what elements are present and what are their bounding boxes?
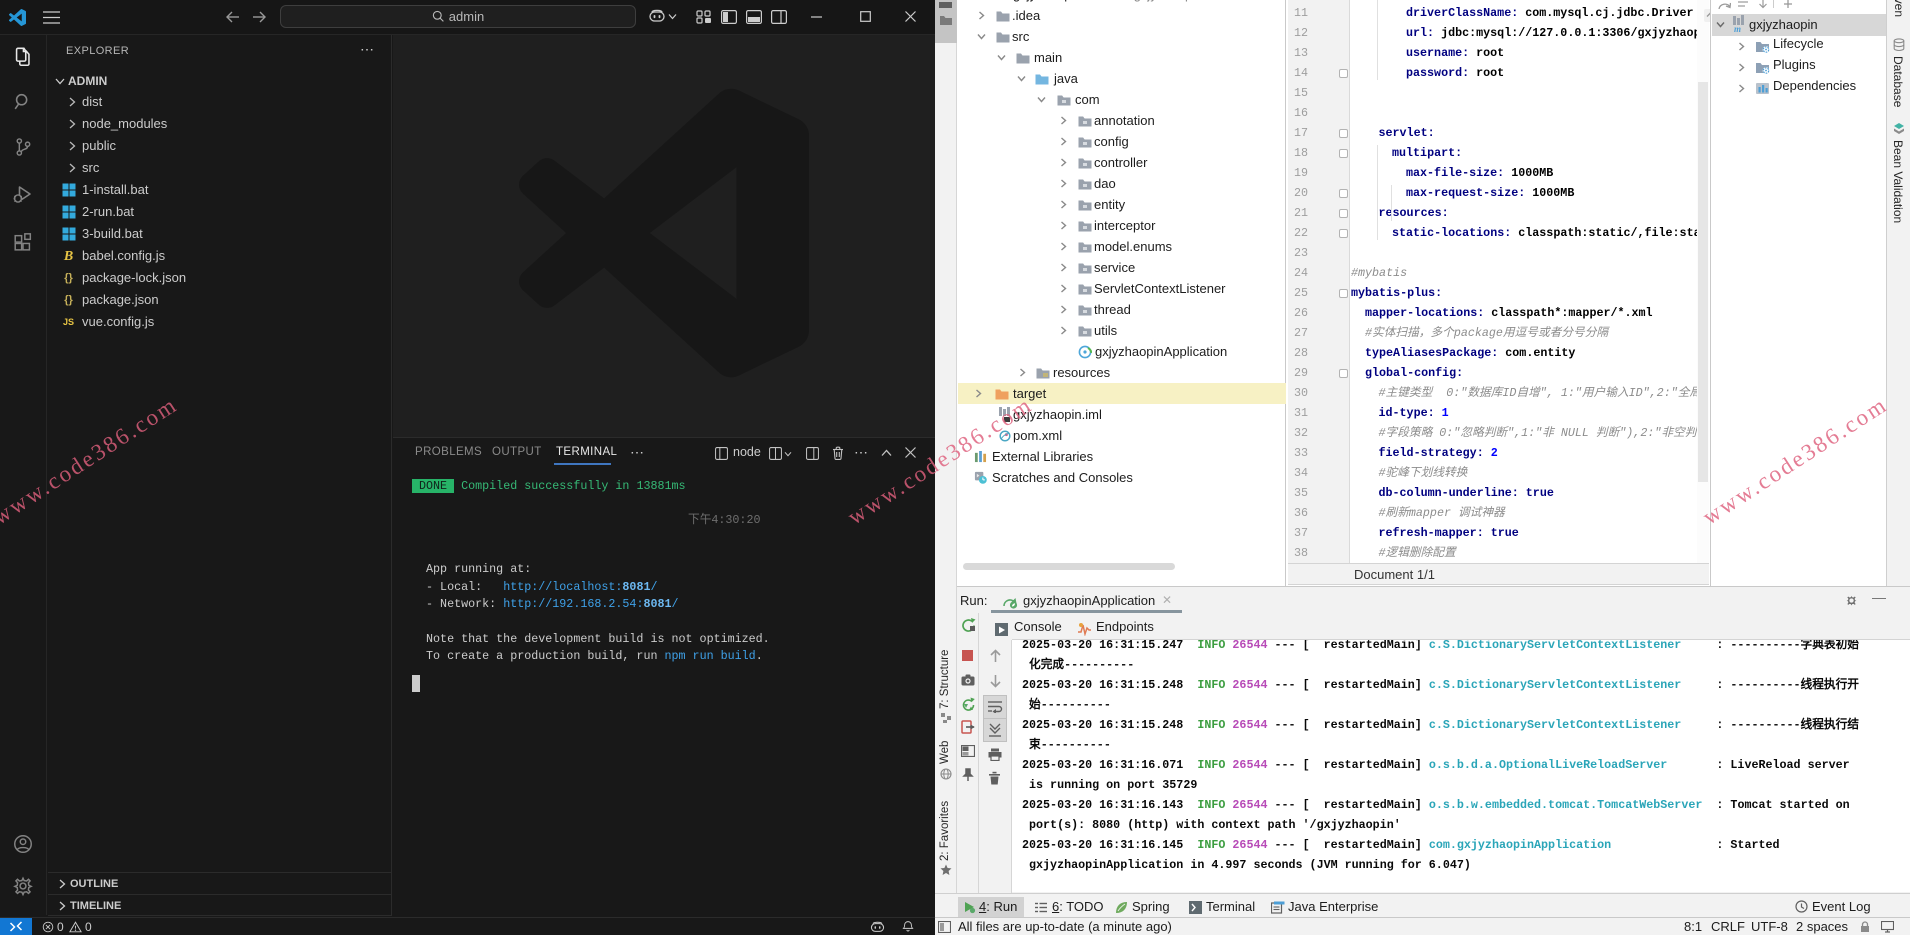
svg-text:m: m <box>1734 24 1741 33</box>
